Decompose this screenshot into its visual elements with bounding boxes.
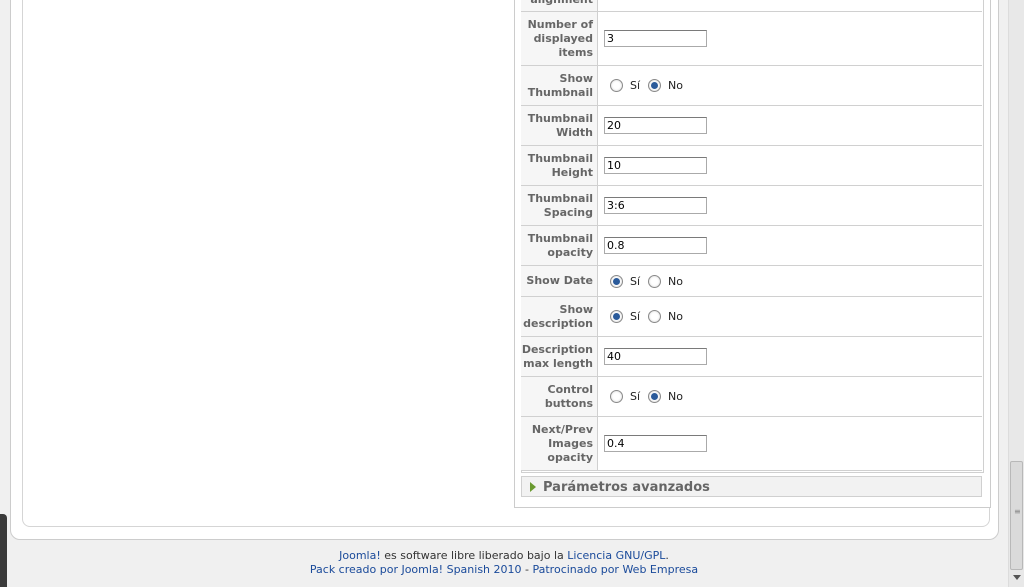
param-row: Show Date Sí No <box>521 266 982 297</box>
footer-separator: - <box>521 563 533 576</box>
param-row: Thumbnail Spacing <box>521 186 982 226</box>
grip-icon: ≡ <box>1014 507 1021 516</box>
param-input[interactable] <box>604 197 707 214</box>
radio-yes[interactable] <box>610 274 623 288</box>
sponsor-link[interactable]: Patrocinado por Web Empresa <box>532 563 698 576</box>
param-row: Control buttons Sí No <box>521 377 982 417</box>
param-row: Show Thumbnail Sí No <box>521 66 982 106</box>
param-label-text: Show description <box>523 302 593 330</box>
param-control <box>604 12 982 65</box>
param-label-text: Description max length <box>521 342 593 370</box>
radio-yes[interactable] <box>610 390 623 403</box>
radio-yes[interactable] <box>610 310 623 323</box>
radio-no-label: No <box>668 274 684 288</box>
param-label-text: Show Date <box>526 274 593 287</box>
param-control: Sí No <box>604 66 982 105</box>
param-row: Thumbnail Width <box>521 106 982 146</box>
param-label: Thumbnail Spacing <box>521 186 598 225</box>
param-row: Show description Sí No <box>521 297 982 337</box>
param-label: Thumbnail opacity <box>521 226 598 265</box>
param-input[interactable] <box>604 117 707 134</box>
radio-no[interactable] <box>648 310 662 323</box>
param-label-text: alignment <box>530 0 593 7</box>
param-control: Sí No <box>604 377 982 416</box>
param-control <box>604 0 982 11</box>
pack-link[interactable]: Pack creado por Joomla! Spanish 2010 <box>310 563 522 576</box>
param-row: Description max length <box>521 337 982 377</box>
param-control <box>604 146 982 185</box>
param-label: Thumbnail Height <box>521 146 598 185</box>
param-label-text: Thumbnail Height <box>527 151 593 179</box>
advanced-params-toggle[interactable]: Parámetros avanzados <box>521 476 982 497</box>
radio-no[interactable] <box>648 274 662 288</box>
param-control <box>604 106 982 145</box>
param-row: Number of displayed items <box>521 12 982 66</box>
param-label: alignment <box>521 0 598 11</box>
param-input[interactable] <box>604 30 707 47</box>
param-label-text: Thumbnail Width <box>527 111 593 139</box>
param-label: Number of displayed items <box>521 12 598 65</box>
param-label: Show description <box>521 297 598 336</box>
param-input[interactable] <box>604 435 707 452</box>
param-input[interactable] <box>604 157 707 174</box>
param-label-text: Control buttons <box>544 382 593 410</box>
footer-line-1: Joomla! es software libre liberado bajo … <box>0 549 1008 562</box>
radio-yes[interactable] <box>610 79 623 92</box>
scroll-down-arrow-icon[interactable] <box>1013 575 1021 580</box>
param-control: Sí No <box>604 266 982 296</box>
vertical-scrollbar[interactable]: ≡ <box>1008 0 1024 587</box>
param-label-text: Thumbnail Spacing <box>527 191 593 219</box>
scrollbar-thumb[interactable]: ≡ <box>1010 461 1023 570</box>
param-control: Sí No <box>604 297 982 336</box>
radio-no-label: No <box>668 310 684 323</box>
param-label-text: Show Thumbnail <box>527 71 593 99</box>
param-label-text: Thumbnail opacity <box>527 231 593 259</box>
radio-no[interactable] <box>648 390 662 403</box>
radio-no-label: No <box>668 79 684 92</box>
param-control <box>604 226 982 265</box>
radio-no-label: No <box>668 390 684 403</box>
radio-yes-label: Sí <box>630 274 641 288</box>
param-label: Show Date <box>521 266 598 296</box>
footer-period: . <box>665 549 669 562</box>
footer-line-2: Pack creado por Joomla! Spanish 2010 - P… <box>0 563 1008 576</box>
radio-yes-label: Sí <box>630 390 641 403</box>
param-input[interactable] <box>604 348 707 365</box>
param-control <box>604 186 982 225</box>
param-label: Control buttons <box>521 377 598 416</box>
param-control <box>604 337 982 376</box>
expand-arrow-icon <box>530 482 536 492</box>
param-label-text: Number of displayed items <box>527 17 593 59</box>
advanced-params-label: Parámetros avanzados <box>543 480 710 495</box>
param-row: Thumbnail Height <box>521 146 982 186</box>
param-row: Next/Prev Images opacity <box>521 417 982 471</box>
footer-text: es software libre liberado bajo la <box>380 549 568 562</box>
joomla-link[interactable]: Joomla! <box>339 549 381 562</box>
param-input[interactable] <box>604 237 707 254</box>
param-label: Description max length <box>521 337 598 376</box>
radio-yes-label: Sí <box>630 310 641 323</box>
param-label: Next/Prev Images opacity <box>521 417 598 470</box>
param-row: Thumbnail opacity <box>521 226 982 266</box>
param-control <box>604 417 982 470</box>
param-label-text: Next/Prev Images opacity <box>531 422 593 464</box>
license-link[interactable]: Licencia GNU/GPL <box>567 549 665 562</box>
param-row-alignment: alignment <box>521 0 982 12</box>
radio-no[interactable] <box>648 79 662 92</box>
param-label: Show Thumbnail <box>521 66 598 105</box>
radio-yes-label: Sí <box>630 79 641 92</box>
param-label: Thumbnail Width <box>521 106 598 145</box>
